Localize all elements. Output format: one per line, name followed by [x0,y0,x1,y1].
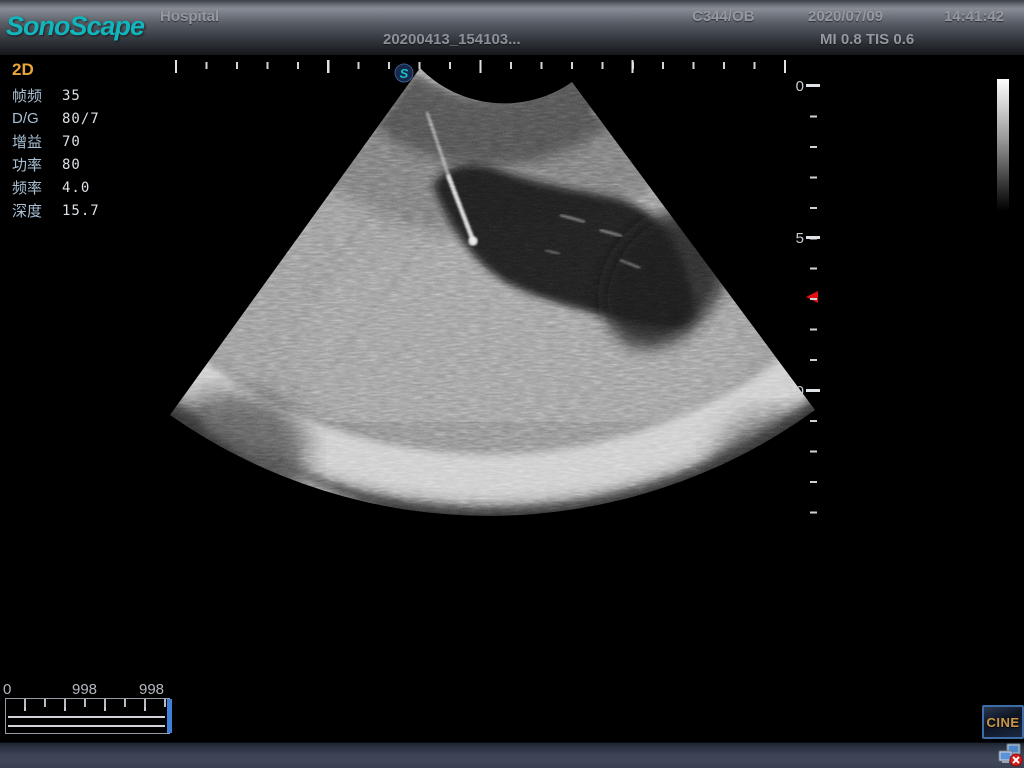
exam-file-id: 20200413_154103... [383,31,521,48]
param-row-gain: 增益 70 [12,130,100,153]
mi-tis-indices: MI 0.8 TIS 0.6 [820,31,914,48]
param-label: 功率 [12,154,62,175]
cine-position-marker[interactable] [167,699,172,733]
cine-total-frames-label: 998 [139,681,164,698]
param-row-frame-rate: 帧频 35 [12,84,100,107]
param-value: 70 [62,134,81,150]
cine-ruler-minor-ticks [24,699,170,707]
ultrasound-screen: S SonoScape Hospital 20200413_154103... … [0,0,1024,768]
depth-label-0: 0 [786,78,804,95]
probe-preset: C344/OB [692,8,755,25]
fan-image [0,0,1024,560]
param-row-power: 功率 80 [12,153,100,176]
param-label: 频率 [12,177,62,198]
param-row-depth: 深度 15.7 [12,199,100,222]
cine-track[interactable] [8,716,165,727]
network-disconnected-icon[interactable] [997,743,1023,767]
grayscale-map-bar [997,79,1009,211]
depth-ruler-major-tick-10 [806,389,820,392]
depth-ruler-ticks [810,85,817,515]
cine-button[interactable]: CINE [982,705,1024,739]
param-row-frequency: 频率 4.0 [12,176,100,199]
param-value: 4.0 [62,180,90,196]
depth-ruler-major-tick-0 [806,84,820,87]
brand-logo: SonoScape [6,11,144,42]
top-ruler-major-ticks [175,60,787,73]
system-time: 14:41:42 [944,8,1004,25]
top-bar: SonoScape Hospital 20200413_154103... C3… [0,0,1024,56]
imaging-params-panel: 2D 帧频 35 D/G 80/7 增益 70 功率 80 频率 4.0 深度 … [12,60,100,222]
mode-label: 2D [12,60,100,80]
cine-start-label: 0 [3,681,11,698]
param-label: 增益 [12,131,62,152]
ultrasound-image: S [0,0,1024,768]
param-label: D/G [12,110,62,127]
cine-scrubber[interactable] [5,698,170,734]
param-value: 35 [62,88,81,104]
depth-label-5: 5 [786,230,804,247]
depth-label-10: 10 [786,383,804,400]
param-value: 15.7 [62,203,100,219]
taskbar [0,742,1024,768]
param-label: 帧频 [12,85,62,106]
hospital-name: Hospital [160,8,219,25]
param-row-dg: D/G 80/7 [12,107,100,130]
param-value: 80/7 [62,111,100,127]
system-date: 2020/07/09 [808,8,883,25]
param-label: 深度 [12,200,62,221]
cine-current-frame-label: 998 [72,681,97,698]
param-value: 80 [62,157,81,173]
depth-ruler-major-tick-5 [806,236,820,239]
